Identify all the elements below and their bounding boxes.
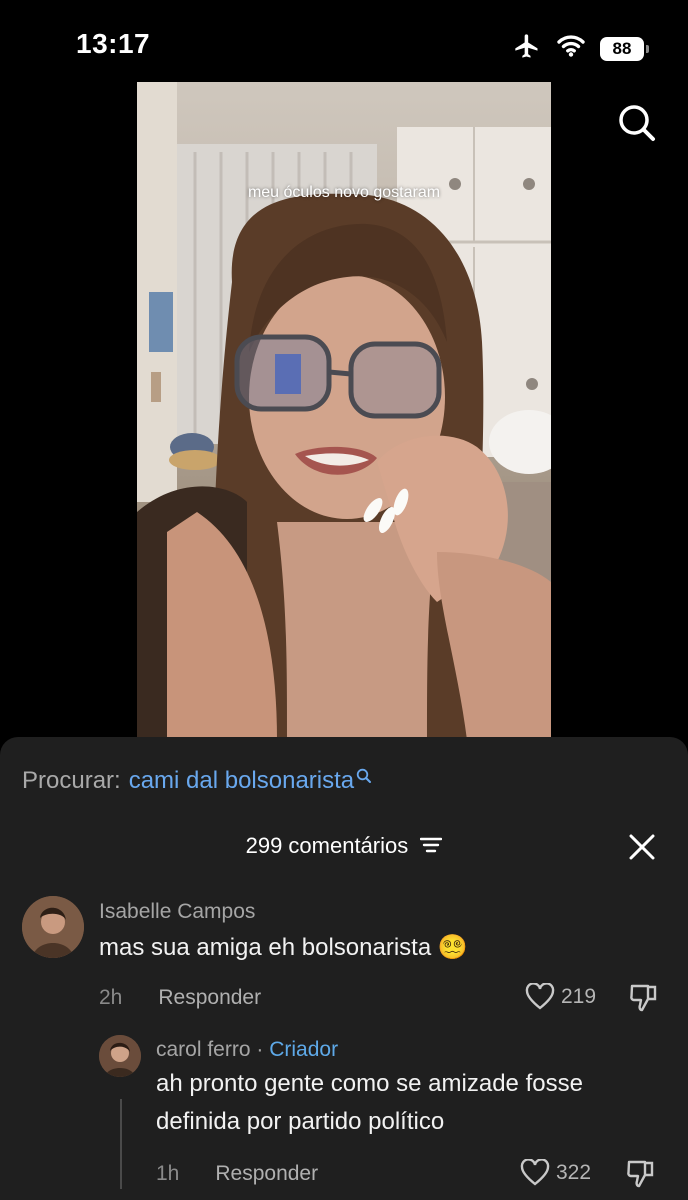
like-button[interactable]: 219 [525, 983, 596, 1011]
comments-count: 299 comentários [245, 833, 409, 858]
comments-header: 299 comentários [0, 833, 688, 860]
search-suggestion[interactable]: Procurar: cami dal bolsonarista [22, 767, 372, 795]
avatar[interactable] [22, 896, 84, 958]
wifi-icon [556, 34, 586, 63]
status-time: 13:17 [76, 28, 151, 59]
comment-text-line: definida por partido político [156, 1108, 445, 1135]
reply-author-line: carol ferro · Criador [156, 1038, 338, 1062]
like-count: 322 [556, 1161, 592, 1184]
dislike-button[interactable] [628, 982, 660, 1017]
thumbs-down-icon [627, 1160, 654, 1188]
sort-icon[interactable] [420, 834, 443, 860]
comment-time: 2h [99, 986, 123, 1009]
search-icon [356, 763, 372, 791]
dislike-button[interactable] [625, 1158, 657, 1193]
search-button[interactable] [616, 102, 658, 149]
comment-text: ah pronto gente como se amizade fosse de… [156, 1065, 583, 1141]
status-icons: 88 [512, 32, 649, 65]
avatar[interactable] [99, 1035, 141, 1077]
close-comments-button[interactable] [628, 833, 656, 866]
status-bar: 13:17 88 [0, 0, 688, 80]
comment-text-line: ah pronto gente como se amizade fosse [156, 1070, 583, 1097]
comment-author[interactable]: carol ferro [156, 1038, 251, 1061]
video-frame-image [137, 82, 551, 740]
reply-button[interactable]: Responder [215, 1162, 318, 1186]
close-icon [629, 834, 655, 860]
thumbs-down-icon [630, 984, 657, 1012]
comments-panel: Procurar: cami dal bolsonarista 299 come… [0, 737, 688, 1200]
comment-time: 1h [156, 1162, 180, 1185]
heart-icon [520, 1159, 550, 1186]
separator-dot: · [256, 1038, 264, 1061]
video-player[interactable]: meu óculos novo gostaram [137, 82, 551, 740]
heart-icon [525, 983, 555, 1010]
comment-author[interactable]: Isabelle Campos [99, 900, 255, 924]
search-suggestion-prefix: Procurar: [22, 767, 121, 794]
search-icon [619, 105, 655, 141]
video-caption: meu óculos novo gostaram [247, 184, 441, 201]
creator-badge: Criador [269, 1038, 339, 1061]
comment-meta: 1h Responder [156, 1162, 318, 1186]
comment-text: mas sua amiga eh bolsonarista 😵‍💫 [99, 934, 468, 961]
like-button[interactable]: 322 [520, 1159, 591, 1187]
search-suggestion-query[interactable]: cami dal bolsonarista [129, 767, 354, 795]
battery-indicator: 88 [600, 36, 649, 61]
comment-meta: 2h Responder [99, 986, 261, 1010]
reply-button[interactable]: Responder [158, 986, 261, 1010]
airplane-mode-icon [512, 32, 542, 65]
comment-item: carol ferro · Criador ah pronto gente co… [0, 1033, 688, 1200]
like-count: 219 [561, 985, 597, 1008]
